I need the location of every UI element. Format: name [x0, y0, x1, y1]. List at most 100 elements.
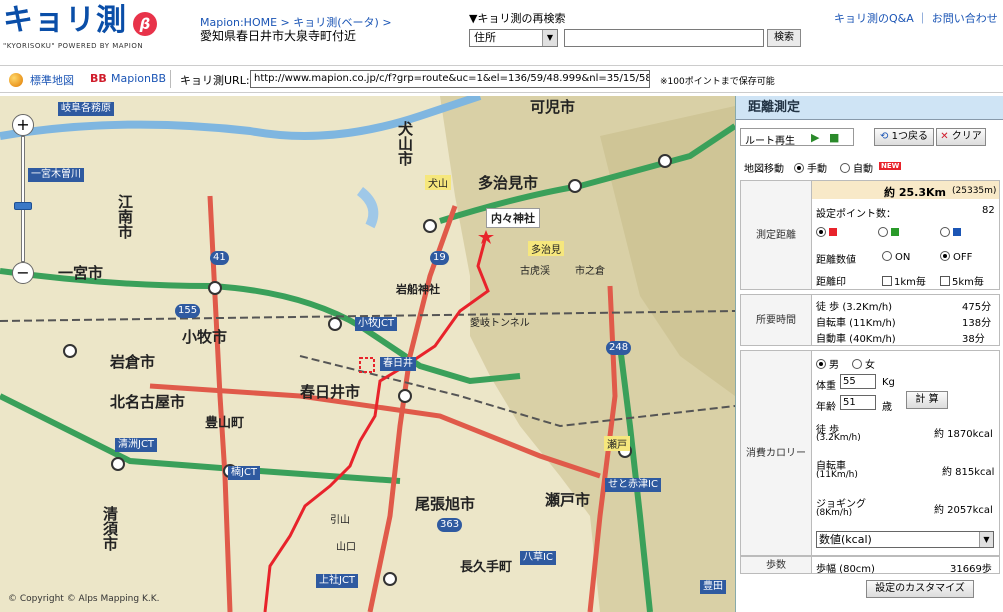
age-input[interactable]: 51	[840, 395, 876, 410]
city-label-kitanagoya: 北名古屋市	[110, 393, 186, 411]
play-icon[interactable]: ▶	[811, 131, 819, 144]
km5-label: 5km毎	[952, 277, 984, 288]
km1-box	[882, 276, 892, 286]
beta-badge: β	[133, 12, 157, 36]
junction-marker-8	[398, 389, 412, 403]
color-green-dot	[878, 227, 888, 237]
points-label: 設定ポイント数：	[816, 209, 896, 220]
clear-button[interactable]: ✕ クリア	[936, 128, 986, 146]
distance-number-off-radio[interactable]: OFF	[940, 251, 972, 263]
map-toolbar: 標準地図 BB MapionBB キョリ測URL: http://www.map…	[0, 65, 1003, 93]
ic-label-seto-akazu: せと赤津IC	[605, 478, 661, 492]
ic-label-seto: 瀬戸	[604, 436, 630, 451]
color-red-radio[interactable]	[816, 227, 837, 239]
male-radio[interactable]: 男	[816, 356, 839, 371]
poi-iwafune-shrine[interactable]: 岩船神社	[392, 280, 444, 298]
distance-number-on-dot	[882, 251, 892, 261]
male-dot	[816, 359, 826, 369]
distance-total: 約 25.3Km	[884, 186, 946, 199]
steps-header: 歩数	[740, 556, 812, 574]
logo-text: キョリ測	[3, 3, 127, 38]
km1-checkbox[interactable]: 1km毎	[882, 273, 926, 288]
blue-swatch	[953, 228, 961, 236]
town-label-nagakute: 長久手町	[460, 560, 513, 575]
color-blue-radio[interactable]	[940, 227, 961, 239]
female-radio[interactable]: 女	[852, 356, 875, 371]
search-input[interactable]	[564, 29, 764, 47]
distance-number-label: 距離数値	[816, 255, 856, 266]
city-label-kasugai: 春日井市	[300, 383, 361, 401]
mapionbb-link[interactable]: MapionBB	[111, 72, 166, 85]
share-url-field[interactable]: http://www.mapion.co.jp/c/f?grp=route&uc…	[250, 70, 650, 88]
zoom-out-button[interactable]: −	[12, 262, 34, 284]
search-button[interactable]: 検索	[767, 29, 801, 47]
city-label-kani: 可児市	[530, 98, 576, 116]
measure-distance-header: 測定距離	[740, 180, 812, 290]
bike-time-value: 138分	[962, 318, 992, 329]
km1-label: 1km毎	[894, 277, 926, 288]
current-address: 愛知県春日井市大泉寺町付近	[200, 29, 357, 43]
weight-label: 体重	[816, 381, 836, 392]
zoom-slider-track[interactable]	[21, 136, 25, 262]
zoom-in-button[interactable]: +	[12, 114, 34, 136]
color-blue-dot	[940, 227, 950, 237]
bike-calorie-value: 約 815kcal	[942, 467, 995, 478]
calorie-unit-select[interactable]: 数値(kcal) ▼	[816, 531, 994, 548]
calculate-button[interactable]: 計 算	[906, 391, 948, 409]
calorie-body: 男 女 体重 55 Kg 年齢 51 歳 計 算 徒 歩 (3.2Km/h) 約…	[812, 350, 1000, 556]
zoom-control: + −	[12, 114, 34, 284]
distance-number-on-radio[interactable]: ON	[882, 251, 910, 263]
color-green-radio[interactable]	[878, 227, 899, 239]
city-label-ichinomiya: 一宮市	[58, 264, 104, 282]
bike-time-label: 自転車 (11Km/h)	[816, 318, 896, 329]
junction-marker-3	[423, 219, 437, 233]
mapionbb-icon[interactable]: BB	[90, 72, 107, 85]
research-title: ▼キョリ測の再検索	[469, 12, 566, 25]
undo-icon: ⟲	[880, 131, 889, 142]
color-red-dot	[816, 227, 826, 237]
junction-marker-10	[658, 154, 672, 168]
jog-calorie-speed: (8Km/h)	[816, 508, 853, 518]
stop-icon[interactable]: ■	[829, 131, 839, 144]
customize-settings-button[interactable]: 設定のカスタマイズ	[866, 580, 974, 598]
ic-label-kasugai: 春日井	[380, 357, 416, 371]
poi-utsutsu-shrine[interactable]: 内々神社	[486, 208, 540, 228]
place-label-kokeikei: 古虎渓	[520, 266, 550, 277]
zoom-slider-handle[interactable]	[14, 202, 32, 210]
logo-subtitle: "KYORISOKU" POWERED BY MAPION	[3, 42, 144, 50]
url-label: キョリ測URL:	[180, 74, 250, 87]
female-dot	[852, 359, 862, 369]
chevron-down-icon: ▼	[542, 30, 557, 46]
standard-map-link[interactable]: 標準地図	[30, 72, 74, 88]
auto-radio[interactable]: 自動	[840, 160, 873, 175]
manual-radio[interactable]: 手動	[794, 160, 827, 175]
help-links[interactable]: キョリ測のQ&A ｜ お問い合わせ	[834, 10, 998, 26]
manual-label: 手動	[807, 164, 827, 175]
bike-calorie-speed: (11Km/h)	[816, 470, 858, 480]
place-label-hikiyama: 引山	[330, 515, 350, 526]
weight-input[interactable]: 55	[840, 374, 876, 389]
junction-marker-2	[328, 317, 342, 331]
junction-marker-5	[63, 344, 77, 358]
search-type-select[interactable]: 住所 ▼	[469, 29, 558, 47]
ic-label-tajimi: 多治見	[528, 241, 564, 256]
auto-radio-dot	[840, 163, 850, 173]
standard-map-icon[interactable]	[9, 73, 23, 87]
red-swatch	[829, 228, 837, 236]
ic-label-gifu-kakamigahara: 岐阜各務原	[58, 102, 114, 116]
jog-calorie-value: 約 2057kcal	[934, 505, 993, 516]
points-value: 82	[982, 205, 995, 216]
city-label-konan: 江南市	[116, 194, 134, 239]
chevron-down-icon: ▼	[979, 532, 993, 547]
junction-marker-9	[383, 572, 397, 586]
km5-checkbox[interactable]: 5km毎	[940, 273, 984, 288]
place-label-yamaguchi: 山口	[336, 542, 356, 553]
car-time-value: 38分	[962, 334, 985, 345]
jct-label-kusunoki: 楠JCT	[228, 466, 261, 480]
distance-meters: (25335m)	[952, 186, 997, 196]
map-canvas[interactable]: 可児市 犬山市 多治見市 江南市 一宮市 岩倉市 小牧市 北名古屋市 春日井市 …	[0, 96, 735, 612]
city-label-seto: 瀬戸市	[545, 491, 591, 509]
header: キョリ測 β "KYORISOKU" POWERED BY MAPION Map…	[0, 0, 1003, 62]
kyorisoku-logo[interactable]: キョリ測 β "KYORISOKU" POWERED BY MAPION	[3, 4, 163, 50]
undo-one-button[interactable]: ⟲ 1つ戻る	[874, 128, 934, 146]
